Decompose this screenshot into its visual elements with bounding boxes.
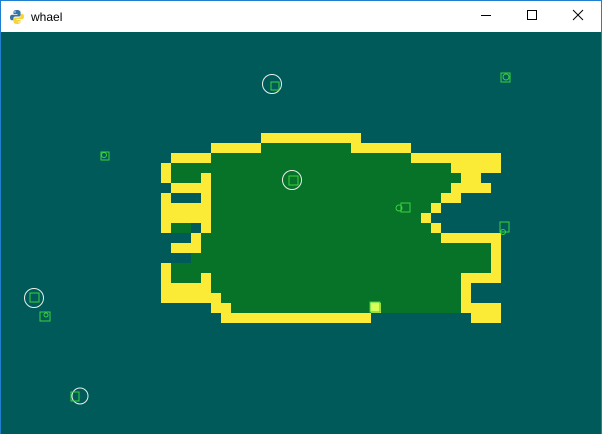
window-title: whael — [31, 10, 63, 24]
player-marker — [369, 301, 381, 313]
fish-entity[interactable] — [499, 221, 510, 235]
fish-entity[interactable] — [500, 72, 511, 83]
maximize-icon — [526, 8, 538, 26]
close-button[interactable] — [555, 1, 601, 32]
maximize-button[interactable] — [509, 1, 555, 32]
fish-entity[interactable] — [39, 311, 51, 322]
app-window: whael — [0, 0, 602, 434]
minimize-button[interactable] — [463, 1, 509, 32]
whale-entity[interactable] — [24, 288, 44, 308]
island-land — [171, 143, 491, 313]
whale-entity[interactable] — [262, 74, 282, 94]
fish-entity[interactable] — [100, 151, 110, 161]
minimize-icon — [480, 8, 492, 26]
whale-entity[interactable] — [70, 387, 89, 405]
game-canvas[interactable] — [1, 32, 601, 434]
close-icon — [572, 8, 584, 26]
game-scene — [24, 72, 511, 405]
title-bar[interactable]: whael — [1, 1, 601, 32]
python-icon — [9, 9, 25, 25]
